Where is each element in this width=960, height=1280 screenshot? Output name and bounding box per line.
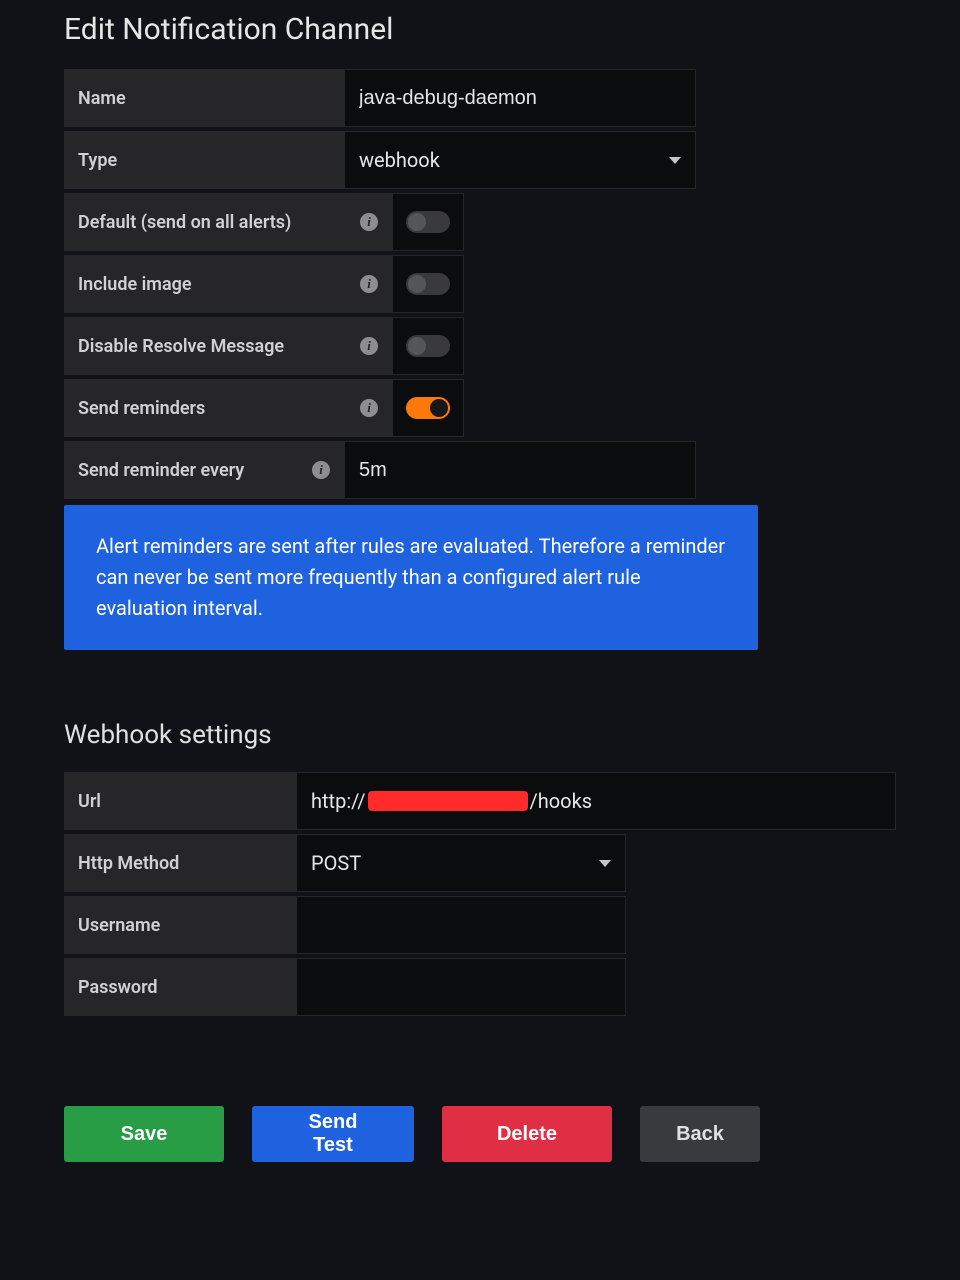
type-value: webhook	[359, 148, 669, 172]
send-reminders-label-text: Send reminders	[78, 398, 205, 419]
default-label-text: Default (send on all alerts)	[78, 212, 291, 233]
default-label: Default (send on all alerts) i	[64, 193, 392, 251]
chevron-down-icon	[669, 157, 681, 164]
redacted-block	[368, 791, 528, 811]
name-label: Name	[64, 69, 344, 127]
include-image-label-text: Include image	[78, 274, 192, 295]
page-title: Edit Notification Channel	[64, 12, 896, 47]
type-label: Type	[64, 131, 344, 189]
url-suffix: /hooks	[530, 789, 593, 813]
info-icon[interactable]: i	[360, 399, 378, 417]
save-button[interactable]: Save	[64, 1106, 224, 1162]
chevron-down-icon	[599, 860, 611, 867]
url-label: Url	[64, 772, 296, 830]
info-icon[interactable]: i	[360, 213, 378, 231]
name-input[interactable]	[359, 87, 681, 110]
reminder-every-label-text: Send reminder every	[78, 460, 244, 481]
password-input-wrap[interactable]	[296, 958, 626, 1016]
username-label: Username	[64, 896, 296, 954]
delete-button[interactable]: Delete	[442, 1106, 612, 1162]
disable-resolve-label: Disable Resolve Message i	[64, 317, 392, 375]
back-button[interactable]: Back	[640, 1106, 760, 1162]
http-method-select[interactable]: POST	[296, 834, 626, 892]
reminder-every-input-wrap[interactable]	[344, 441, 696, 499]
password-label: Password	[64, 958, 296, 1016]
reminder-info-callout: Alert reminders are sent after rules are…	[64, 505, 758, 650]
name-input-wrap[interactable]	[344, 69, 696, 127]
disable-resolve-toggle[interactable]	[406, 335, 450, 357]
reminder-every-input[interactable]	[359, 459, 681, 482]
url-prefix: http://	[311, 789, 366, 813]
reminder-every-label: Send reminder every i	[64, 441, 344, 499]
send-reminders-label: Send reminders i	[64, 379, 392, 437]
type-select[interactable]: webhook	[344, 131, 696, 189]
send-reminders-toggle[interactable]	[406, 397, 450, 419]
http-method-label: Http Method	[64, 834, 296, 892]
include-image-label: Include image i	[64, 255, 392, 313]
include-image-toggle[interactable]	[406, 273, 450, 295]
default-toggle[interactable]	[406, 211, 450, 233]
password-input[interactable]	[311, 976, 611, 999]
info-icon[interactable]: i	[360, 337, 378, 355]
webhook-settings-title: Webhook settings	[64, 720, 896, 750]
username-input[interactable]	[311, 914, 611, 937]
username-input-wrap[interactable]	[296, 896, 626, 954]
info-icon[interactable]: i	[360, 275, 378, 293]
info-icon[interactable]: i	[312, 461, 330, 479]
http-method-value: POST	[311, 851, 599, 875]
send-test-button[interactable]: Send Test	[252, 1106, 414, 1162]
button-row: Save Send Test Delete Back	[64, 1106, 896, 1162]
url-input[interactable]: http:// /hooks	[296, 772, 896, 830]
disable-resolve-label-text: Disable Resolve Message	[78, 336, 284, 357]
